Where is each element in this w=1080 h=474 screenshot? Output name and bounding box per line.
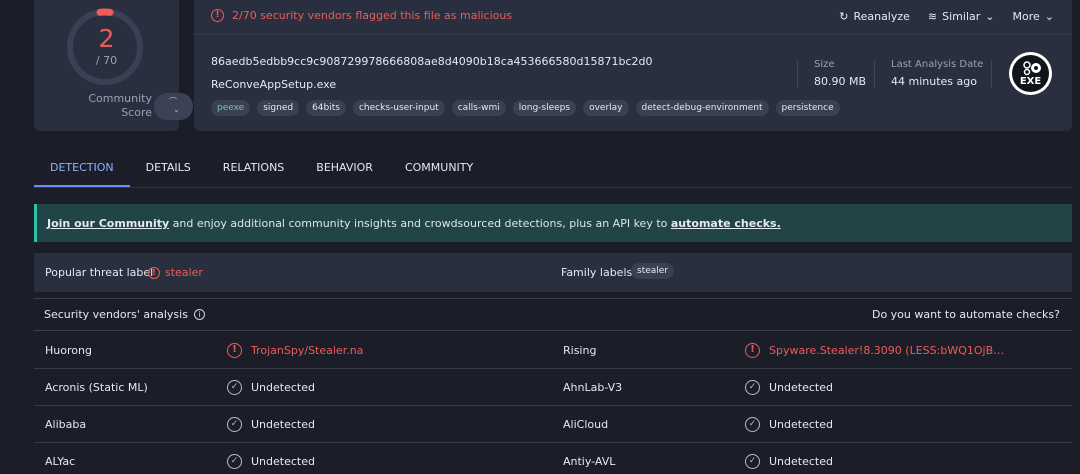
tag[interactable]: peexe [211, 100, 251, 116]
tag[interactable]: signed [257, 100, 300, 116]
community-score-label: Community Score [88, 92, 152, 119]
tag[interactable]: 64bits [306, 100, 346, 116]
reanalyze-button[interactable]: ↻ Reanalyze [839, 10, 910, 23]
tab-community[interactable]: COMMUNITY [389, 148, 489, 187]
tag[interactable]: persistence [775, 100, 840, 116]
vendor-name: AliCloud [563, 418, 609, 431]
chevron-down-icon: ⌄ [985, 10, 995, 23]
vendor-name: Rising [563, 344, 597, 357]
popular-threat-label: Popular threat label [45, 266, 154, 279]
tag[interactable]: checks-user-input [352, 100, 445, 116]
tag[interactable]: overlay [583, 100, 629, 116]
table-row: Acronis (Static ML) ✓ Undetected AhnLab-… [34, 369, 1072, 406]
vendor-name: Antiy-AVL [563, 455, 616, 468]
detection-score-card: 2 / 70 Community Score ⌒ ⌄ [34, 0, 193, 131]
file-name: ReConveAppSetup.exe [211, 78, 337, 91]
similar-icon: ≋ [927, 10, 938, 23]
refresh-icon: ↻ [839, 10, 849, 23]
vendor-result: Undetected [769, 381, 833, 394]
community-banner: Join our Community and enjoy additional … [34, 204, 1072, 242]
size-label: Size [814, 59, 835, 70]
table-row: Alibaba ✓ Undetected AliCloud ✓ Undetect… [34, 406, 1072, 443]
table-row: Huorong ! TrojanSpy/Stealer.na Rising ! … [34, 332, 1072, 369]
tag[interactable]: detect-debug-environment [635, 100, 769, 116]
community-score-vote[interactable]: ⌒ ⌄ [154, 93, 193, 120]
tab-behavior[interactable]: BEHAVIOR [300, 148, 389, 187]
alert-circle-icon: ! [148, 266, 160, 279]
divider [991, 60, 992, 88]
file-info-card: ! 2/70 security vendors flagged this fil… [194, 0, 1072, 131]
detection-count: 2 [98, 24, 115, 53]
automate-checks-link[interactable]: automate checks. [671, 217, 781, 230]
tab-details[interactable]: DETAILS [130, 148, 207, 187]
file-tags: peexe signed 64bits checks-user-input ca… [211, 100, 840, 116]
vendor-result: Spyware.Stealer!8.3090 (LESS:bWQ1OjB… [769, 344, 1005, 357]
vendor-result: Undetected [769, 455, 833, 468]
alert-circle-icon: ! [227, 343, 242, 358]
check-circle-icon: ✓ [227, 417, 242, 432]
malicious-message: 2/70 security vendors flagged this file … [232, 9, 513, 22]
automate-checks-prompt[interactable]: Do you want to automate checks? [872, 308, 1060, 321]
chevron-down-icon: ⌄ [1044, 10, 1054, 23]
vendor-name: Huorong [45, 344, 92, 357]
tag[interactable]: calls-wmi [451, 100, 506, 116]
divider [797, 60, 798, 88]
report-tabs: DETECTION DETAILS RELATIONS BEHAVIOR COM… [34, 148, 489, 188]
family-tag[interactable]: stealer [631, 263, 675, 279]
more-button[interactable]: More ⌄ [1013, 10, 1055, 23]
downvote-icon[interactable]: ⌄ [173, 105, 180, 114]
vendor-result: Undetected [251, 418, 315, 431]
vendor-name: AhnLab-V3 [563, 381, 623, 394]
similar-button[interactable]: ≋ Similar ⌄ [928, 10, 995, 23]
info-icon[interactable]: i [193, 309, 205, 320]
last-analysis-label: Last Analysis Date [891, 59, 984, 70]
check-circle-icon: ✓ [745, 380, 760, 395]
tabs-underline [34, 187, 1072, 188]
alert-circle-icon: ! [211, 9, 224, 22]
check-circle-icon: ✓ [745, 454, 760, 469]
check-circle-icon: ✓ [227, 380, 242, 395]
vendor-result: Undetected [769, 418, 833, 431]
tab-detection[interactable]: DETECTION [34, 148, 130, 187]
last-analysis-value: 44 minutes ago [891, 75, 977, 88]
popular-threat-value[interactable]: stealer [165, 266, 203, 279]
vendor-name: ALYac [45, 455, 76, 468]
tag[interactable]: long-sleeps [512, 100, 577, 116]
threat-labels-row: Popular threat label ! stealer Family la… [34, 253, 1072, 292]
vendors-header: Security vendors' analysis i Do you want… [34, 298, 1072, 331]
tab-relations[interactable]: RELATIONS [207, 148, 300, 187]
malicious-banner: ! 2/70 security vendors flagged this fil… [194, 0, 1072, 35]
vendor-name: Alibaba [45, 418, 87, 431]
vendor-result: Undetected [251, 381, 315, 394]
vendor-name: Acronis (Static ML) [45, 381, 148, 394]
alert-circle-icon: ! [745, 343, 760, 358]
check-circle-icon: ✓ [745, 417, 760, 432]
vendor-result: Undetected [251, 455, 315, 468]
divider [874, 60, 875, 88]
exe-file-icon: EXE [1009, 52, 1052, 95]
join-community-link[interactable]: Join our Community [47, 217, 169, 230]
vendors-title: Security vendors' analysis [44, 308, 188, 321]
table-row: ALYac ✓ Undetected Antiy-AVL ✓ Undetecte… [34, 443, 1072, 474]
detection-total: / 70 [95, 54, 118, 67]
file-hash[interactable]: 86aedb5edbb9cc9c908729978666808ae8d4090b… [211, 55, 653, 68]
vendors-table: Huorong ! TrojanSpy/Stealer.na Rising ! … [34, 332, 1072, 474]
file-actions: ↻ Reanalyze ≋ Similar ⌄ More ⌄ [839, 10, 1054, 23]
family-labels-label: Family labels [561, 266, 633, 279]
size-value: 80.90 MB [814, 75, 867, 88]
vendor-result: TrojanSpy/Stealer.na [251, 344, 364, 357]
check-circle-icon: ✓ [227, 454, 242, 469]
